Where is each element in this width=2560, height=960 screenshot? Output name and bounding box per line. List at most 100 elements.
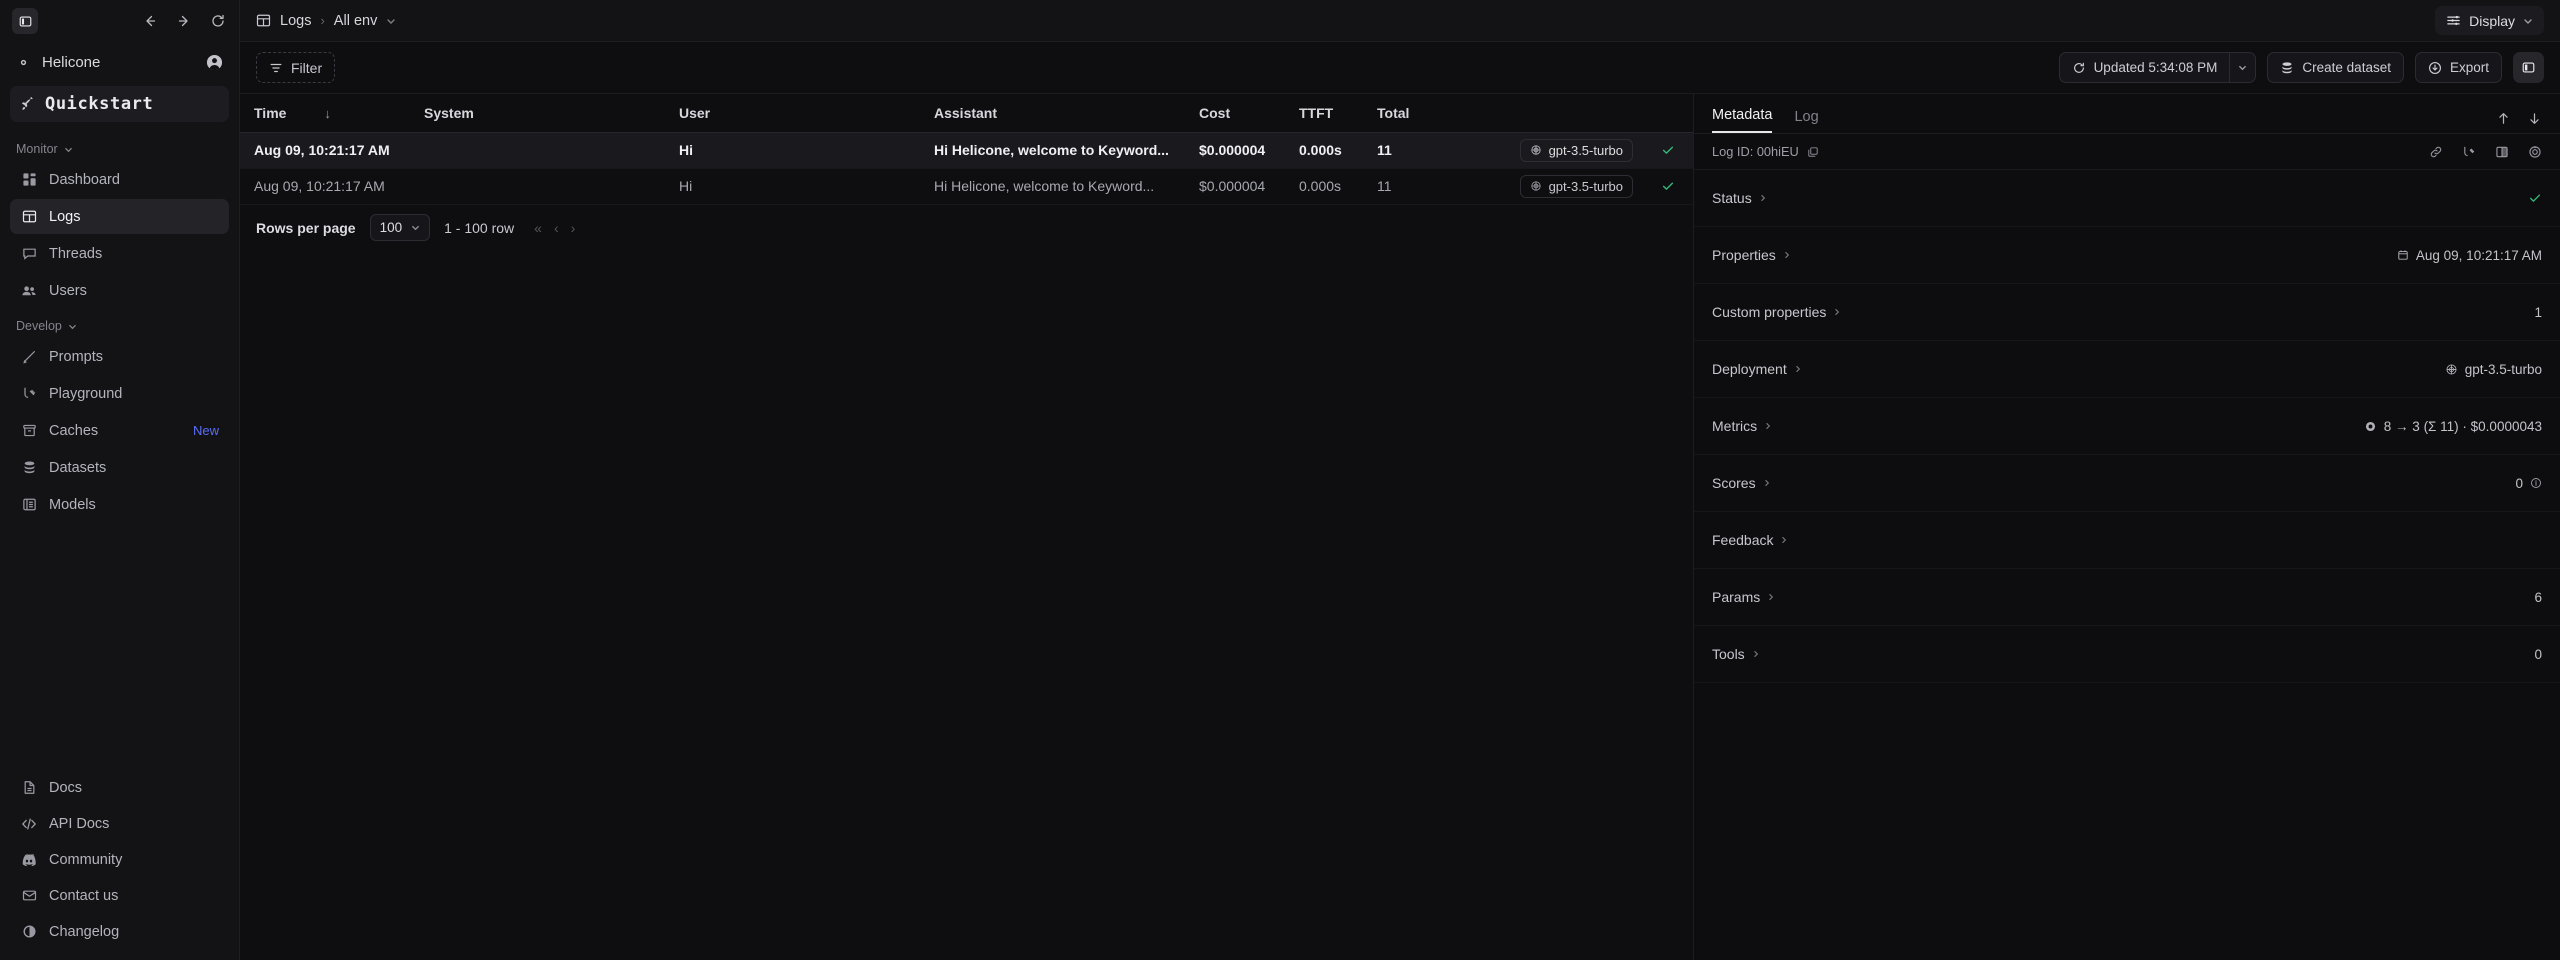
arrow-up-icon[interactable] (2496, 111, 2511, 126)
sidebar-item-changelog-label: Changelog (49, 923, 120, 940)
sidebar-item-changelog[interactable]: Changelog (10, 914, 229, 949)
sidebar-group-monitor[interactable]: Monitor (0, 132, 239, 161)
chevron-right-icon (1752, 650, 1760, 658)
users-icon (20, 283, 38, 299)
sidebar-item-models-label: Models (49, 496, 96, 513)
metadata-tabs: Metadata Log (1694, 94, 2560, 134)
model-name: gpt-3.5-turbo (1548, 178, 1623, 194)
record-nav (2496, 111, 2542, 133)
meta-row-metrics[interactable]: Metrics 8 → 3 (Σ 11) · $0.0000043 (1694, 398, 2560, 455)
table-row[interactable]: Aug 09, 10:21:17 AM Hi Hi Helicone, welc… (240, 168, 1693, 205)
sidebar-item-quickstart[interactable]: Quickstart (10, 86, 229, 122)
column-header-cost[interactable]: Cost (1185, 94, 1285, 133)
prev-page-button[interactable]: ‹ (554, 220, 559, 236)
org-name: Helicone (42, 53, 101, 71)
column-header-time[interactable]: Time ↓ (240, 94, 410, 133)
meta-row-status-label: Status (1712, 190, 1767, 206)
compare-icon[interactable] (2495, 145, 2509, 159)
meta-row-tools[interactable]: Tools 0 (1694, 626, 2560, 683)
sidebar-item-api-docs[interactable]: API Docs (10, 806, 229, 841)
table-icon (20, 209, 38, 224)
sidebar-item-community[interactable]: Community (10, 842, 229, 877)
display-label: Display (2469, 12, 2515, 29)
breadcrumb-env[interactable]: All env (334, 13, 378, 29)
org-switcher[interactable]: Helicone (0, 42, 239, 82)
updated-button[interactable]: Updated 5:34:08 PM (2060, 53, 2230, 82)
arrow-down-icon[interactable]: ↓ (324, 106, 331, 121)
filter-label: Filter (291, 59, 323, 76)
sidebar-item-docs[interactable]: Docs (10, 770, 229, 805)
cell-time: Aug 09, 10:21:17 AM (240, 132, 410, 169)
model-name: gpt-3.5-turbo (1548, 142, 1623, 158)
column-header-assistant[interactable]: Assistant (920, 94, 1185, 133)
meta-row-properties-value: Aug 09, 10:21:17 AM (2397, 248, 2542, 263)
chevron-down-icon (411, 223, 420, 232)
playground-icon[interactable] (2462, 145, 2476, 159)
meta-row-metrics-label: Metrics (1712, 418, 1772, 434)
tab-log[interactable]: Log (1794, 109, 1818, 133)
meta-row-custom-properties[interactable]: Custom properties 1 (1694, 284, 2560, 341)
meta-value-text: 8 → 3 (Σ 11) · $0.0000043 (2383, 418, 2542, 434)
updated-dropdown-toggle[interactable] (2229, 53, 2255, 82)
chevron-down-icon[interactable] (386, 16, 396, 26)
panel-left-icon[interactable] (12, 8, 38, 34)
cell-system (410, 168, 665, 205)
sidebar-group-develop[interactable]: Develop (0, 309, 239, 338)
sidebar-item-contact-us[interactable]: Contact us (10, 878, 229, 913)
next-page-button[interactable]: › (571, 220, 576, 236)
meta-row-tools-label: Tools (1712, 646, 1760, 662)
sidebar-item-logs-label: Logs (49, 208, 81, 225)
sidebar-item-dashboard[interactable]: Dashboard (10, 162, 229, 197)
archive-icon (20, 423, 38, 438)
filter-button[interactable]: Filter (256, 52, 336, 83)
arrow-down-icon[interactable] (2527, 111, 2542, 126)
export-button[interactable]: Export (2414, 52, 2502, 83)
table-row[interactable]: Aug 09, 10:21:17 AM Hi Hi Helicone, welc… (240, 132, 1693, 169)
breadcrumb-root[interactable]: Logs (280, 13, 311, 29)
copy-icon[interactable] (1807, 146, 1819, 158)
user-circle-icon[interactable] (206, 54, 223, 71)
first-page-button[interactable]: « (534, 220, 542, 236)
arrow-right-icon[interactable] (175, 12, 193, 30)
meta-row-scores[interactable]: Scores 0 (1694, 455, 2560, 512)
model-chip: gpt-3.5-turbo (1519, 174, 1633, 198)
logs-table-panel: Time ↓ System User Assistant Cost TTFT T… (240, 94, 1694, 960)
logs-toolbar: Filter Updated 5:34:08 PM Create dataset… (240, 42, 2560, 94)
sidebar-item-datasets[interactable]: Datasets (10, 450, 229, 485)
column-header-total[interactable]: Total (1363, 94, 1478, 133)
log-actions (2429, 145, 2542, 159)
meta-row-status[interactable]: Status (1694, 170, 2560, 227)
reload-icon[interactable] (209, 12, 227, 30)
sidebar-item-logs[interactable]: Logs (10, 199, 229, 234)
sidebar-item-caches[interactable]: Caches New (10, 413, 229, 448)
column-header-system[interactable]: System (410, 94, 665, 133)
column-header-time-label: Time (254, 104, 287, 121)
sidebar-item-prompts[interactable]: Prompts (10, 339, 229, 374)
column-header-ttft[interactable]: TTFT (1285, 94, 1363, 133)
display-button[interactable]: Display (2435, 6, 2544, 35)
toolbar-right: Updated 5:34:08 PM Create dataset Export (2058, 52, 2544, 83)
meta-row-status-value (2528, 191, 2542, 205)
export-label: Export (2449, 60, 2489, 75)
column-header-user[interactable]: User (665, 94, 920, 133)
panel-right-icon[interactable] (2513, 52, 2544, 83)
column-header-status (1647, 94, 1693, 133)
meta-row-feedback[interactable]: Feedback (1694, 512, 2560, 569)
create-dataset-button[interactable]: Create dataset (2267, 52, 2404, 83)
rows-per-page-select[interactable]: 100 (369, 214, 431, 241)
arrow-left-icon[interactable] (141, 12, 159, 30)
sidebar-item-contact-us-label: Contact us (49, 887, 119, 904)
link-icon[interactable] (2429, 145, 2443, 159)
cell-user: Hi (665, 168, 920, 205)
tab-metadata[interactable]: Metadata (1712, 107, 1773, 133)
sidebar-item-users[interactable]: Users (10, 273, 229, 308)
sidebar-item-models[interactable]: Models (10, 487, 229, 522)
meta-row-params[interactable]: Params 6 (1694, 569, 2560, 626)
meta-row-deployment[interactable]: Deployment gpt-3.5-turbo (1694, 341, 2560, 398)
sidebar-item-playground[interactable]: Playground (10, 376, 229, 411)
info-icon[interactable] (2530, 477, 2542, 489)
sidebar-item-threads[interactable]: Threads (10, 236, 229, 271)
meta-row-properties[interactable]: Properties Aug 09, 10:21:17 AM (1694, 227, 2560, 284)
chevron-down-icon (2523, 16, 2533, 26)
target-icon[interactable] (2528, 145, 2542, 159)
